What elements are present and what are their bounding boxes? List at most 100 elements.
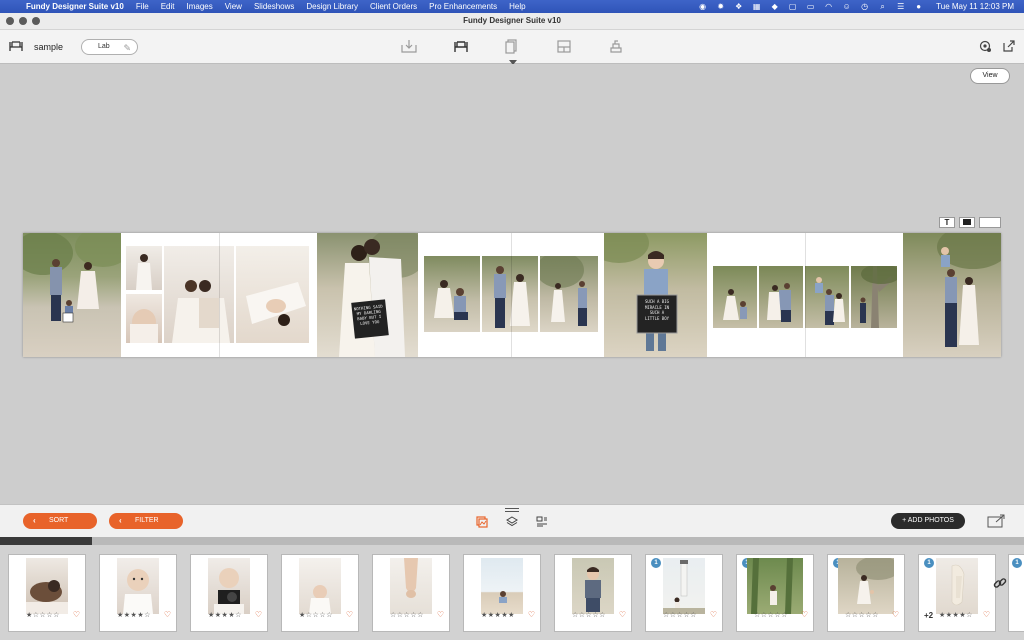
settings-icon[interactable]	[979, 40, 992, 53]
photo-thumb[interactable]: ☆☆☆☆☆ ♡	[372, 554, 450, 632]
user-icon[interactable]: ☺	[842, 2, 851, 11]
star-rating[interactable]: ☆☆☆☆☆	[663, 611, 697, 619]
heart-icon[interactable]: ♡	[164, 610, 171, 619]
wifi-icon[interactable]: ◠	[824, 2, 833, 11]
project-name[interactable]: sample	[34, 42, 63, 52]
photo-thumb[interactable]: ★★★★☆ ♡	[99, 554, 177, 632]
spread-page-cover-front[interactable]	[23, 233, 121, 357]
menu-help[interactable]: Help	[503, 2, 531, 11]
dropbox-icon[interactable]: ❖	[734, 2, 743, 11]
couple-bed-photo[interactable]	[236, 246, 309, 343]
menu-images[interactable]: Images	[181, 2, 219, 11]
siri-icon[interactable]: ●	[914, 2, 923, 11]
pencil-icon: ✎	[123, 43, 131, 53]
family-hug-photo[interactable]	[759, 266, 803, 328]
photo-thumb[interactable]: ★☆☆☆☆ ♡	[8, 554, 86, 632]
dad-lift-photo[interactable]	[805, 266, 849, 328]
menu-slideshows[interactable]: Slideshows	[248, 2, 300, 11]
photo-thumb[interactable]: ★★★★★ ♡	[463, 554, 541, 632]
heart-icon[interactable]: ♡	[346, 610, 353, 619]
menu-app-name[interactable]: Fundy Designer Suite v10	[22, 2, 130, 11]
spread-page-3[interactable]: NOTHING SAID MY DARLING BABY BUT I LOVE …	[317, 233, 418, 357]
mom-standing-photo[interactable]	[126, 246, 162, 290]
filter-button[interactable]: ‹ FILTER	[109, 513, 183, 529]
album-project-icon[interactable]	[9, 40, 23, 52]
image-box-tool-button[interactable]	[959, 217, 975, 228]
wall-art-mode-icon[interactable]	[556, 39, 572, 54]
photo-thumb[interactable]: 1 +2 ★★★★☆ ♡	[918, 554, 996, 632]
couple-kiss-photo[interactable]	[164, 246, 234, 343]
heart-icon[interactable]: ♡	[528, 610, 535, 619]
text-tool-button[interactable]: T	[939, 217, 955, 228]
star-rating[interactable]: ★☆☆☆☆	[299, 611, 333, 619]
menu-design-library[interactable]: Design Library	[300, 2, 364, 11]
star-rating[interactable]: ★☆☆☆☆	[26, 611, 60, 619]
photo-thumb[interactable]: 1 ☆☆☆☆☆ ♡	[827, 554, 905, 632]
star-rating[interactable]: ☆☆☆☆☆	[845, 611, 879, 619]
proof-mode-icon[interactable]	[504, 39, 520, 54]
heart-icon[interactable]: ♡	[619, 610, 626, 619]
star-rating[interactable]: ★★★★☆	[117, 611, 151, 619]
menu-edit[interactable]: Edit	[155, 2, 181, 11]
add-photos-button[interactable]: + ADD PHOTOS	[891, 513, 965, 529]
menu-client-orders[interactable]: Client Orders	[364, 2, 423, 11]
background-tool-button[interactable]	[979, 217, 1001, 228]
tray-resize-handle[interactable]	[505, 508, 519, 512]
star-rating[interactable]: ★★★★☆	[208, 611, 242, 619]
tree-family-photo[interactable]	[851, 266, 897, 328]
heart-icon[interactable]: ♡	[73, 610, 80, 619]
star-rating[interactable]: ☆☆☆☆☆	[390, 611, 424, 619]
heart-icon[interactable]: ♡	[983, 610, 990, 619]
family-walk-photo[interactable]	[540, 256, 598, 332]
star-rating[interactable]: ★★★★☆	[939, 611, 973, 619]
shield-icon[interactable]: ◆	[770, 2, 779, 11]
photos-view-icon[interactable]	[476, 516, 488, 528]
design-elements-icon[interactable]	[536, 516, 548, 528]
import-mode-icon[interactable]	[401, 39, 417, 54]
menu-file[interactable]: File	[130, 2, 155, 11]
menu-clock[interactable]: Tue May 11 12:03 PM	[936, 2, 1014, 11]
export-icon[interactable]	[987, 514, 1005, 528]
heart-icon[interactable]: ♡	[437, 610, 444, 619]
display-icon[interactable]: ▢	[788, 2, 797, 11]
album-design-mode-icon[interactable]	[453, 39, 469, 54]
family-standing-photo[interactable]	[482, 256, 538, 332]
creative-cloud-icon[interactable]: ◉	[698, 2, 707, 11]
photo-thumb[interactable]: 1 ☆☆☆☆☆ ♡	[736, 554, 814, 632]
heart-icon[interactable]: ♡	[255, 610, 262, 619]
grid-icon[interactable]: ▦	[752, 2, 761, 11]
photo-thumb[interactable]: 1 ☆☆☆☆☆ ♡	[645, 554, 723, 632]
spread-page-cover-back[interactable]	[903, 233, 1001, 357]
heart-icon[interactable]: ♡	[801, 610, 808, 619]
tray-scroll-thumb[interactable]	[0, 537, 93, 545]
search-icon[interactable]: ⌕	[878, 2, 887, 11]
heart-icon[interactable]: ♡	[892, 610, 899, 619]
photo-thumb[interactable]: ☆☆☆☆☆ ♡	[554, 554, 632, 632]
photo-thumb[interactable]: ★☆☆☆☆ ♡	[281, 554, 359, 632]
spread-page-5[interactable]: SUCH A BIG MIRACLE IN SUCH A LITTLE BOY	[604, 233, 707, 357]
heart-icon[interactable]: ♡	[710, 610, 717, 619]
sort-button[interactable]: ‹ SORT	[23, 513, 97, 529]
layers-icon[interactable]	[506, 516, 518, 528]
photo-thumb[interactable]: ★★★★☆ ♡	[190, 554, 268, 632]
family-play-photo[interactable]	[713, 266, 757, 328]
bump-photo[interactable]	[126, 294, 162, 343]
link-icon[interactable]	[993, 576, 1007, 590]
menu-view[interactable]: View	[219, 2, 248, 11]
view-button[interactable]: View	[970, 68, 1010, 84]
star-rating[interactable]: ☆☆☆☆☆	[754, 611, 788, 619]
star-rating[interactable]: ☆☆☆☆☆	[572, 611, 606, 619]
photo-thumb[interactable]: 1	[1008, 554, 1024, 632]
time-machine-icon[interactable]: ◷	[860, 2, 869, 11]
tray-scroll-track[interactable]	[0, 537, 1024, 545]
external-link-icon[interactable]	[1002, 40, 1015, 53]
star-rating[interactable]: ★★★★★	[481, 611, 515, 619]
settings-gear-icon[interactable]: ✹	[716, 2, 725, 11]
menu-pro-enhancements[interactable]: Pro Enhancements	[423, 2, 503, 11]
order-mode-icon[interactable]	[608, 39, 624, 54]
lab-selector-button[interactable]: Lab ✎	[81, 39, 138, 55]
control-center-icon[interactable]: ☰	[896, 2, 905, 11]
letterboard-text-2: SUCH A BIG MIRACLE IN SUCH A LITTLE BOY	[644, 299, 670, 321]
battery-icon[interactable]: ▭	[806, 2, 815, 11]
family-sitting-photo[interactable]	[424, 256, 480, 332]
